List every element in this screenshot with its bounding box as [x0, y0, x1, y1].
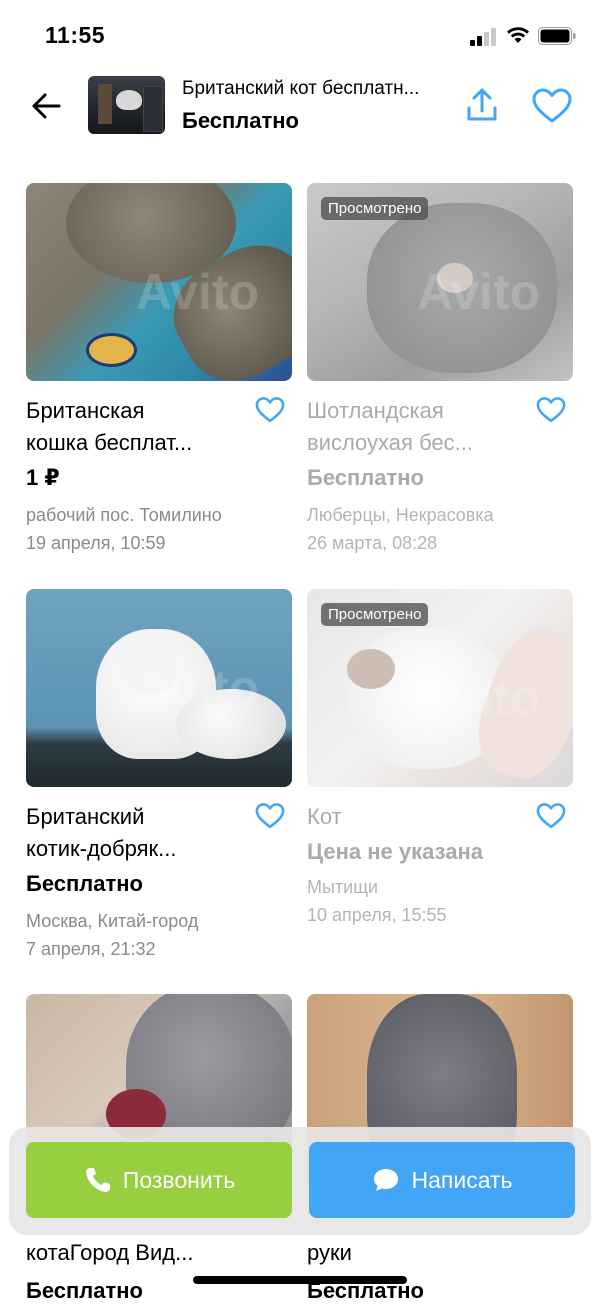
back-button[interactable] [26, 86, 66, 126]
listing-photo[interactable]: Avito Просмотрено [307, 183, 573, 381]
heart-icon [536, 803, 566, 829]
listing-location: рабочий пос. Томилино [26, 505, 222, 525]
listing-title: Кот [307, 804, 342, 829]
listing-price: 1 ₽ [26, 465, 60, 490]
share-button[interactable] [462, 86, 502, 126]
heart-icon [255, 397, 285, 423]
listing-photo[interactable]: Avito [26, 183, 292, 381]
listing-title: Британская кошка бесплат... [26, 398, 193, 455]
favorite-button[interactable] [254, 395, 290, 427]
call-button-label: Позвонить [122, 1166, 236, 1193]
listing-date: 26 марта, 08:28 [307, 533, 438, 553]
listing-title: Шотландская вислоухая бес... [307, 398, 473, 455]
listing-date: 10 апреля, 15:55 [307, 905, 447, 925]
top-bar: Британский кот бесплатн... Бесплатно [0, 70, 600, 150]
listing-price: Бесплатно [182, 108, 299, 133]
phone-icon [85, 1168, 110, 1192]
listing-title: котаГород Вид... [26, 1240, 194, 1265]
back-arrow-icon [32, 93, 61, 119]
chat-bubble-icon [374, 1169, 399, 1191]
viewed-badge: Просмотрено [321, 197, 429, 220]
listing-location: Москва, Китай-город [26, 911, 199, 931]
listing-location: Люберцы, Некрасовка [307, 505, 494, 525]
contact-panel: Позвонить Написать [9, 1127, 591, 1235]
listing-date: 7 апреля, 21:32 [26, 939, 156, 959]
listing-thumbnail[interactable] [88, 76, 165, 134]
share-icon [467, 88, 497, 121]
listing-location: Мытищи [307, 877, 379, 897]
home-indicator [193, 1276, 407, 1284]
listing-price: Бесплатно [26, 871, 143, 896]
favorite-button[interactable] [535, 801, 571, 833]
battery-icon [538, 27, 576, 45]
listing-title: Британский котик-добряк... [26, 804, 177, 861]
call-button[interactable]: Позвонить [26, 1142, 292, 1218]
status-time: 11:55 [45, 22, 106, 48]
listing-photo[interactable]: Avito Просмотрено [307, 589, 573, 787]
listing-title: руки [307, 1240, 352, 1265]
heart-icon [536, 397, 566, 423]
listing-photo[interactable]: Avito [26, 589, 292, 787]
listing-title: Британский кот бесплатн... [182, 78, 420, 99]
message-button-label: Написать [411, 1166, 513, 1193]
heart-icon [532, 88, 572, 123]
listing-price: Бесплатно [26, 1278, 143, 1303]
wifi-icon [507, 27, 529, 43]
status-bar: 11:55 [0, 0, 600, 70]
listing-price: Цена не указана [307, 839, 483, 864]
message-button[interactable]: Написать [309, 1142, 575, 1218]
favorite-button[interactable] [535, 395, 571, 427]
viewed-badge: Просмотрено [321, 603, 429, 626]
listing-date: 19 апреля, 10:59 [26, 533, 166, 553]
listing-price: Бесплатно [307, 465, 424, 490]
cellular-signal-icon [470, 28, 498, 46]
favorite-button[interactable] [254, 801, 290, 833]
favorite-button[interactable] [530, 86, 574, 126]
heart-icon [255, 803, 285, 829]
